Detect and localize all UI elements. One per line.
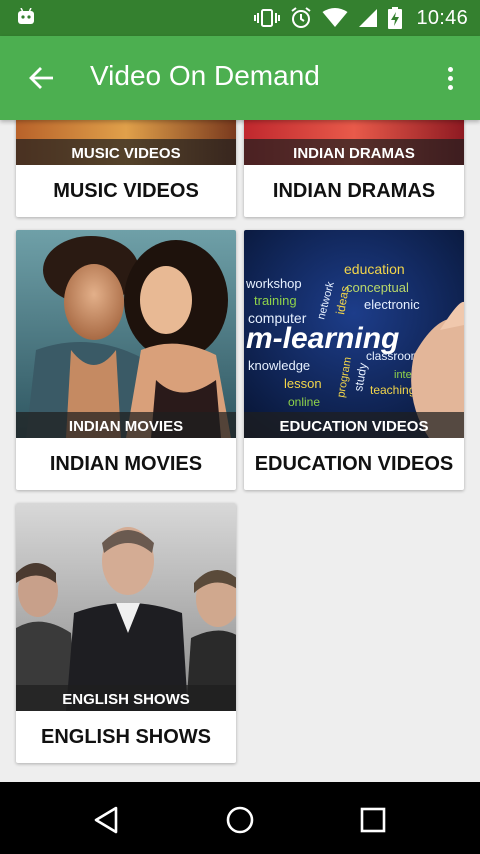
nav-recents-icon (360, 807, 386, 833)
category-overlay-label: EDUCATION VIDEOS (244, 412, 464, 438)
category-title: ENGLISH SHOWS (40, 726, 211, 748)
edu-word: workshop (245, 276, 302, 291)
category-title: EDUCATION VIDEOS (254, 453, 454, 475)
app-bar: Video On Demand (0, 36, 480, 120)
category-card-music-videos[interactable]: MUSIC VIDEOS MUSIC VIDEOS (16, 120, 236, 217)
category-thumbnail: workshop education training network conc… (244, 230, 464, 438)
alarm-icon (291, 7, 312, 28)
category-overlay-label: INDIAN MOVIES (16, 412, 236, 438)
battery-charging-icon (388, 7, 403, 29)
nav-back-icon (94, 806, 118, 834)
status-clock: 10:46 (416, 6, 468, 29)
category-thumbnail (16, 503, 236, 711)
category-title: INDIAN DRAMAS (272, 180, 436, 202)
category-grid[interactable]: MUSIC VIDEOS MUSIC VIDEOS INDIAN DRAMAS … (0, 120, 480, 782)
edu-word: training (254, 293, 297, 308)
edu-word: conceptual (346, 280, 409, 295)
category-overlay-label: MUSIC VIDEOS (16, 139, 236, 165)
category-card-indian-dramas[interactable]: INDIAN DRAMAS INDIAN DRAMAS (244, 120, 464, 217)
more-vert-icon (447, 66, 453, 72)
back-button[interactable] (22, 58, 62, 98)
status-bar: 10:46 (0, 0, 480, 36)
category-title: INDIAN MOVIES (49, 453, 203, 475)
category-title: MUSIC VIDEOS (53, 180, 199, 202)
page-title: Video On Demand (90, 60, 320, 91)
category-overlay-label: ENGLISH SHOWS (16, 685, 236, 711)
category-overlay-label: INDIAN DRAMAS (244, 139, 464, 165)
edu-word: knowledge (248, 358, 310, 373)
category-card-indian-movies[interactable]: INDIAN MOVIES INDIAN MOVIES (16, 230, 236, 490)
edu-word: education (344, 261, 405, 277)
arrow-back-icon (29, 67, 53, 89)
nav-recents-button[interactable] (353, 802, 393, 838)
edu-word: classroom (366, 349, 421, 363)
category-thumbnail (16, 230, 236, 438)
edu-word: lesson (284, 376, 322, 391)
signal-icon (359, 9, 378, 27)
android-debug-icon (18, 8, 34, 24)
category-card-english-shows[interactable]: ENGLISH SHOWS ENGLISH SHOWS (16, 503, 236, 763)
vibrate-icon (254, 9, 281, 27)
wifi-icon (322, 8, 348, 27)
nav-home-icon (226, 806, 254, 834)
category-card-education-videos[interactable]: workshop education training network conc… (244, 230, 464, 490)
edu-word: teaching (370, 383, 415, 397)
nav-home-button[interactable] (220, 802, 260, 838)
system-navigation-bar (0, 782, 480, 854)
edu-word: electronic (364, 297, 420, 312)
more-options-button[interactable] (438, 58, 462, 98)
nav-back-button[interactable] (86, 802, 126, 838)
edu-word: online (288, 395, 320, 409)
